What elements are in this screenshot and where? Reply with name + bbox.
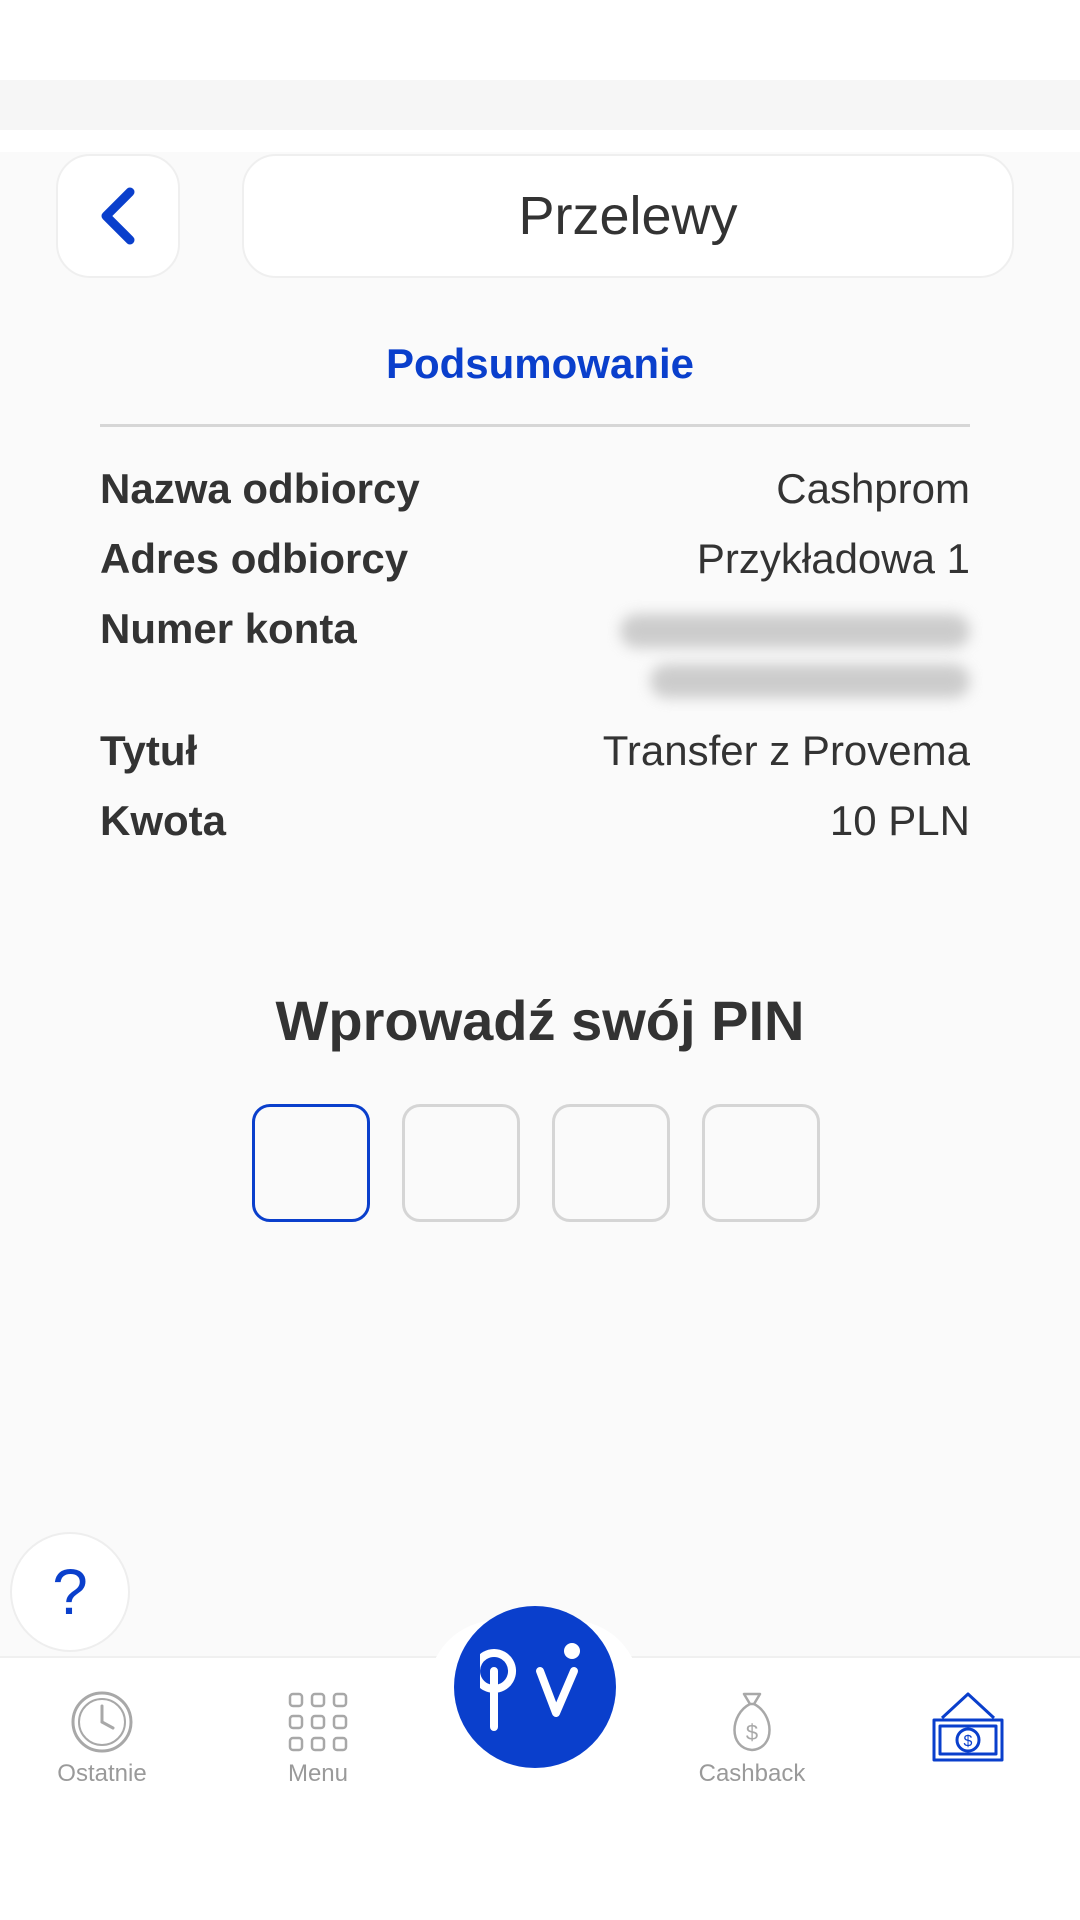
money-bag-icon: $ — [733, 1692, 771, 1752]
summary-label: Tytuł — [100, 727, 198, 774]
summary-value: Transfer z Provema — [602, 727, 970, 774]
blurred-account-number-line — [620, 614, 970, 648]
summary-row-account-number: Numer konta — [100, 602, 970, 712]
divider — [100, 424, 970, 427]
provema-home-button[interactable] — [454, 1606, 616, 1768]
summary-value: 10 PLN — [829, 797, 970, 844]
blurred-account-number-line — [650, 664, 970, 698]
summary-label: Nazwa odbiorcy — [100, 465, 420, 512]
status-bar — [0, 0, 1080, 80]
clock-icon — [71, 1691, 133, 1753]
summary-heading: Podsumowanie — [385, 340, 695, 387]
pin-heading: Wprowadź swój PIN — [275, 989, 805, 1052]
grid-icon — [288, 1692, 348, 1752]
svg-text:$: $ — [964, 1733, 973, 1750]
provema-logo — [480, 1643, 580, 1731]
page-title: Przelewy — [242, 154, 1014, 278]
nav-item-menu[interactable]: Menu — [228, 1690, 408, 1788]
pin-digit-3[interactable] — [552, 1104, 670, 1222]
summary-label: Numer konta — [100, 605, 357, 652]
chevron-left-icon — [101, 187, 135, 245]
pin-digit-4[interactable] — [702, 1104, 820, 1222]
nav-label: Ostatnie — [57, 1760, 147, 1787]
back-button[interactable] — [56, 154, 180, 278]
help-button[interactable]: ? — [10, 1532, 130, 1652]
top-band — [0, 80, 1080, 130]
nav-item-cashback[interactable]: $ Cashback — [662, 1690, 842, 1788]
summary-value: Cashprom — [776, 465, 970, 512]
nav-label: Menu — [287, 1760, 349, 1787]
money-transfer-icon: $ — [932, 1692, 1004, 1762]
pin-digit-1[interactable] — [252, 1104, 370, 1222]
summary-label: Adres odbiorcy — [100, 535, 409, 582]
question-mark-icon: ? — [52, 1556, 88, 1628]
nav-item-transfers[interactable]: $ — [878, 1690, 1058, 1772]
svg-text:$: $ — [746, 1720, 758, 1745]
nav-label: Cashback — [698, 1760, 806, 1787]
nav-item-recent[interactable]: Ostatnie — [12, 1690, 192, 1788]
pin-digit-2[interactable] — [402, 1104, 520, 1222]
summary-label: Kwota — [100, 797, 226, 844]
summary-value: Przykładowa 1 — [696, 535, 970, 582]
